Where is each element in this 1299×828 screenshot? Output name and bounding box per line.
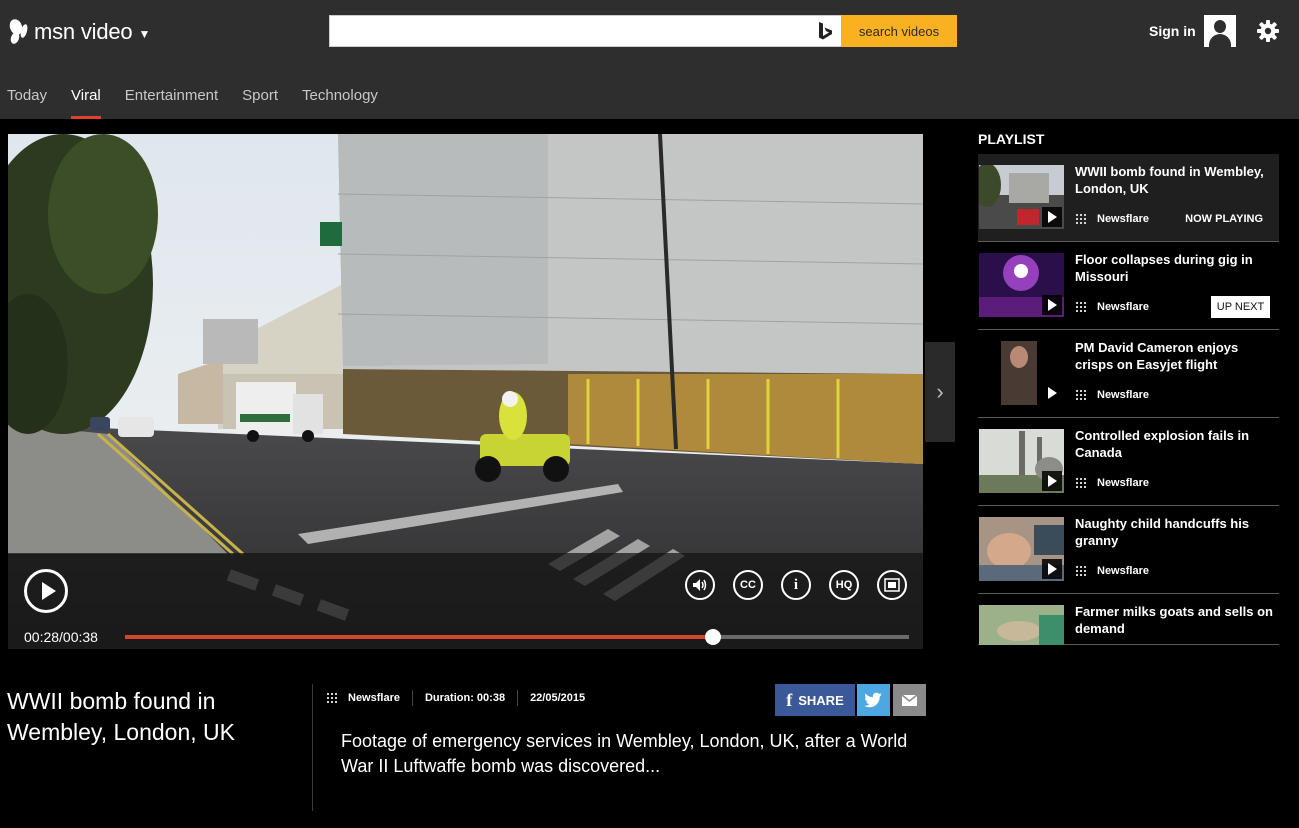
progress-handle[interactable] bbox=[705, 629, 721, 645]
player-controls: CC i HQ 00:28/00:38 bbox=[8, 553, 923, 649]
tab-today[interactable]: Today bbox=[0, 87, 54, 119]
play-icon bbox=[1042, 383, 1062, 403]
msn-logo[interactable]: msn video ▼ bbox=[8, 16, 150, 48]
playlist-item-title: Floor collapses during gig in Missouri bbox=[1075, 252, 1253, 284]
facebook-share-button[interactable]: f SHARE bbox=[775, 684, 855, 716]
thumbnail bbox=[979, 517, 1064, 581]
tab-sport[interactable]: Sport bbox=[235, 87, 285, 119]
chevron-down-icon: ▼ bbox=[138, 27, 151, 41]
cc-icon[interactable]: CC bbox=[733, 570, 763, 600]
thumbnail bbox=[979, 605, 1064, 645]
video-description: Footage of emergency services in Wembley… bbox=[341, 731, 908, 776]
play-icon bbox=[1042, 295, 1062, 315]
tab-technology[interactable]: Technology bbox=[295, 87, 385, 119]
hq-icon[interactable]: HQ bbox=[829, 570, 859, 600]
duration-label: Duration: 00:38 bbox=[424, 692, 506, 704]
source-label[interactable]: Newsflare bbox=[348, 692, 400, 704]
info-icon[interactable]: i bbox=[781, 570, 811, 600]
newsflare-icon bbox=[1075, 301, 1087, 313]
playlist-item[interactable]: Farmer milks goats and sells on demand bbox=[978, 594, 1279, 645]
next-video-arrow[interactable]: › bbox=[925, 342, 955, 442]
playlist-item[interactable]: Naughty child handcuffs his granny Newsf… bbox=[978, 506, 1279, 594]
user-avatar-icon[interactable] bbox=[1204, 15, 1236, 47]
search-input[interactable] bbox=[330, 16, 810, 46]
video-meta: Newsflare Duration: 00:38 22/05/2015 bbox=[326, 690, 585, 706]
playlist-item[interactable]: WWII bomb found in Wembley, London, UK N… bbox=[978, 154, 1279, 242]
newsflare-icon bbox=[1075, 477, 1087, 489]
playlist: WWII bomb found in Wembley, London, UK N… bbox=[978, 154, 1279, 645]
category-nav: Today Viral Entertainment Sport Technolo… bbox=[0, 87, 395, 119]
butterfly-icon bbox=[8, 18, 30, 46]
source-label: Newsflare bbox=[1075, 389, 1149, 401]
thumbnail bbox=[979, 429, 1064, 493]
divider bbox=[312, 684, 313, 811]
sign-in-link[interactable]: Sign in bbox=[1149, 23, 1196, 39]
source-label: Newsflare bbox=[1075, 477, 1149, 489]
playlist-item-title: Naughty child handcuffs his granny bbox=[1075, 516, 1250, 548]
tab-entertainment[interactable]: Entertainment bbox=[118, 87, 225, 119]
newsflare-icon bbox=[1075, 565, 1087, 577]
twitter-icon bbox=[864, 692, 882, 708]
playlist-item[interactable]: Controlled explosion fails in Canada New… bbox=[978, 418, 1279, 506]
search-videos-button[interactable]: search videos bbox=[841, 15, 957, 47]
play-icon bbox=[1042, 207, 1062, 227]
header: msn video ▼ search videos Sign in Today bbox=[0, 0, 1299, 119]
play-icon bbox=[1042, 471, 1062, 491]
date-label: 22/05/2015 bbox=[530, 692, 586, 704]
email-share-button[interactable] bbox=[893, 684, 926, 716]
gear-icon[interactable] bbox=[1257, 20, 1279, 42]
thumbnail bbox=[979, 341, 1064, 405]
play-icon bbox=[1042, 559, 1062, 579]
newsflare-icon bbox=[326, 692, 338, 704]
newsflare-icon bbox=[1075, 389, 1087, 401]
video-player[interactable]: CC i HQ 00:28/00:38 bbox=[8, 134, 923, 649]
source-label: Newsflare bbox=[1075, 565, 1149, 577]
thumbnail bbox=[979, 253, 1064, 317]
source-label: Newsflare bbox=[1075, 301, 1149, 313]
now-playing-badge: NOW PLAYING bbox=[1185, 213, 1263, 225]
video-title: WWII bomb found in Wembley, London, UK bbox=[7, 688, 235, 745]
facebook-icon: f bbox=[786, 689, 793, 710]
progress-bar[interactable] bbox=[125, 629, 909, 645]
playlist-item-title: WWII bomb found in Wembley, London, UK bbox=[1075, 164, 1264, 196]
playlist-item[interactable]: PM David Cameron enjoys crisps on Easyje… bbox=[978, 330, 1279, 418]
tab-viral[interactable]: Viral bbox=[64, 87, 108, 119]
twitter-share-button[interactable] bbox=[857, 684, 890, 716]
brand-name: msn video bbox=[34, 19, 133, 44]
playlist-item-title: Controlled explosion fails in Canada bbox=[1075, 428, 1250, 460]
up-next-badge: UP NEXT bbox=[1211, 296, 1270, 318]
source-label: Newsflare bbox=[1075, 213, 1149, 225]
playlist-heading: PLAYLIST bbox=[978, 131, 1045, 147]
mail-icon bbox=[901, 694, 918, 706]
time-display: 00:28/00:38 bbox=[24, 629, 98, 645]
thumbnail bbox=[979, 165, 1064, 229]
play-button[interactable] bbox=[24, 569, 68, 613]
progress-fill bbox=[125, 635, 713, 639]
newsflare-icon bbox=[1075, 213, 1087, 225]
fullscreen-icon[interactable] bbox=[877, 570, 907, 600]
search-box: search videos bbox=[329, 15, 957, 47]
bing-icon bbox=[814, 20, 836, 42]
playlist-item-title: Farmer milks goats and sells on demand bbox=[1075, 604, 1273, 636]
playlist-item[interactable]: Floor collapses during gig in Missouri N… bbox=[978, 242, 1279, 330]
volume-icon[interactable] bbox=[685, 570, 715, 600]
playlist-item-title: PM David Cameron enjoys crisps on Easyje… bbox=[1075, 340, 1239, 372]
